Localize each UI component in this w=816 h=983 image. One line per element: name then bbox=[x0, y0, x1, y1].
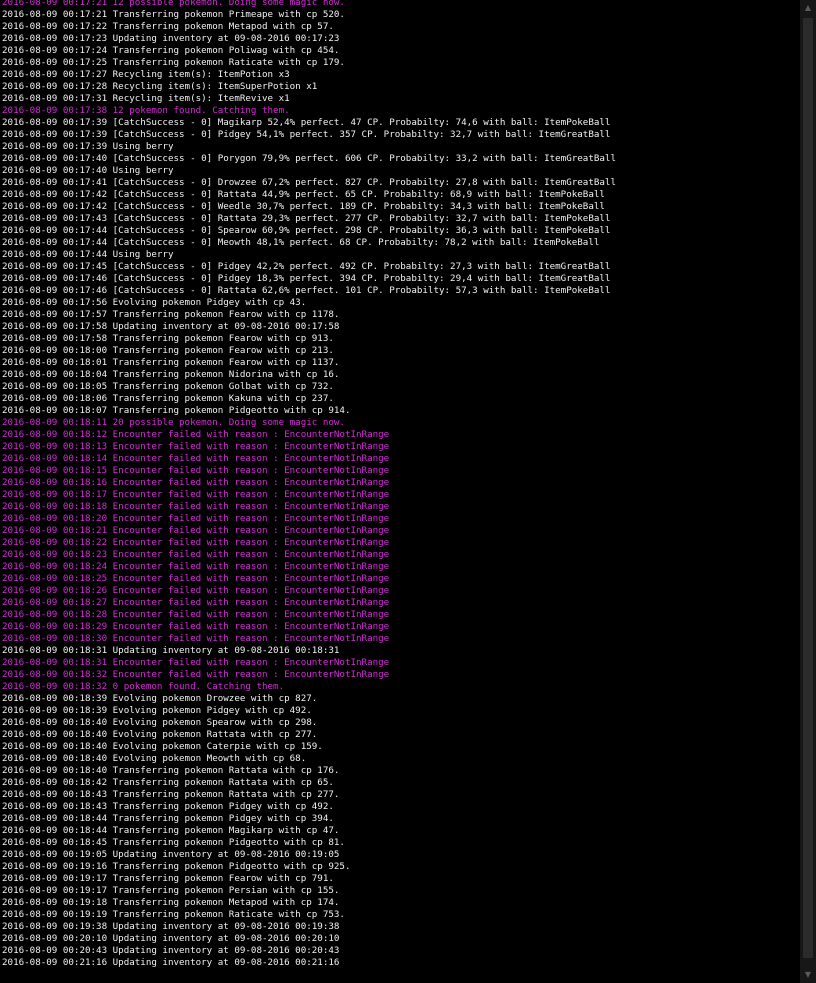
log-line: 2016-08-09 00:18:13 Encounter failed wit… bbox=[2, 441, 390, 452]
log-line: 2016-08-09 00:18:28 Encounter failed wit… bbox=[2, 609, 390, 620]
log-line: 2016-08-09 00:17:22 Transferring pokemon… bbox=[2, 21, 334, 32]
scrollbar-thumb[interactable] bbox=[803, 18, 813, 958]
log-line: 2016-08-09 00:18:17 Encounter failed wit… bbox=[2, 489, 390, 500]
log-line: 2016-08-09 00:18:15 Encounter failed wit… bbox=[2, 465, 390, 476]
log-line: 2016-08-09 00:17:57 Transferring pokemon… bbox=[2, 309, 340, 320]
log-line: 2016-08-09 00:19:38 Updating inventory a… bbox=[2, 921, 340, 932]
vertical-scrollbar[interactable]: ▲ ▼ bbox=[800, 0, 816, 983]
log-line: 2016-08-09 00:17:27 Recycling item(s): I… bbox=[2, 69, 290, 80]
log-line: 2016-08-09 00:18:18 Encounter failed wit… bbox=[2, 501, 390, 512]
log-line: 2016-08-09 00:18:27 Encounter failed wit… bbox=[2, 597, 390, 608]
log-line: 2016-08-09 00:17:23 Updating inventory a… bbox=[2, 33, 340, 44]
log-line: 2016-08-09 00:18:05 Transferring pokemon… bbox=[2, 381, 334, 392]
log-line: 2016-08-09 00:19:17 Transferring pokemon… bbox=[2, 873, 334, 884]
log-line: 2016-08-09 00:19:19 Transferring pokemon… bbox=[2, 909, 345, 920]
log-line: 2016-08-09 00:18:31 Encounter failed wit… bbox=[2, 657, 390, 668]
log-line: 2016-08-09 00:18:26 Encounter failed wit… bbox=[2, 585, 390, 596]
log-line: 2016-08-09 00:18:06 Transferring pokemon… bbox=[2, 393, 334, 404]
log-line: 2016-08-09 00:18:40 Evolving pokemon Spe… bbox=[2, 717, 318, 728]
log-line: 2016-08-09 00:18:23 Encounter failed wit… bbox=[2, 549, 390, 560]
log-line: 2016-08-09 00:17:21 12 possible pokemon.… bbox=[2, 0, 345, 8]
log-line: 2016-08-09 00:19:18 Transferring pokemon… bbox=[2, 897, 340, 908]
log-line: 2016-08-09 00:19:17 Transferring pokemon… bbox=[2, 885, 340, 896]
log-line: 2016-08-09 00:18:16 Encounter failed wit… bbox=[2, 477, 390, 488]
log-line: 2016-08-09 00:18:21 Encounter failed wit… bbox=[2, 525, 390, 536]
log-line: 2016-08-09 00:19:16 Transferring pokemon… bbox=[2, 861, 351, 872]
log-line: 2016-08-09 00:17:46 [CatchSuccess - 0] R… bbox=[2, 285, 611, 296]
log-line: 2016-08-09 00:20:10 Updating inventory a… bbox=[2, 933, 340, 944]
log-line: 2016-08-09 00:17:21 Transferring pokemon… bbox=[2, 9, 345, 20]
log-line: 2016-08-09 00:18:40 Evolving pokemon Rat… bbox=[2, 729, 318, 740]
console-window[interactable]: 2016-08-09 00:17:21 12 possible pokemon.… bbox=[0, 0, 800, 983]
log-line: 2016-08-09 00:17:44 [CatchSuccess - 0] S… bbox=[2, 225, 611, 236]
log-line: 2016-08-09 00:18:24 Encounter failed wit… bbox=[2, 561, 390, 572]
log-line: 2016-08-09 00:19:05 Updating inventory a… bbox=[2, 849, 340, 860]
log-line: 2016-08-09 00:17:40 [CatchSuccess - 0] P… bbox=[2, 153, 616, 164]
log-line: 2016-08-09 00:18:40 Evolving pokemon Cat… bbox=[2, 741, 323, 752]
log-line: 2016-08-09 00:17:39 [CatchSuccess - 0] M… bbox=[2, 117, 611, 128]
log-line: 2016-08-09 00:17:58 Updating inventory a… bbox=[2, 321, 340, 332]
log-line: 2016-08-09 00:17:42 [CatchSuccess - 0] R… bbox=[2, 189, 605, 200]
log-line: 2016-08-09 00:18:40 Evolving pokemon Meo… bbox=[2, 753, 307, 764]
log-line: 2016-08-09 00:18:22 Encounter failed wit… bbox=[2, 537, 390, 548]
log-line: 2016-08-09 00:17:42 [CatchSuccess - 0] W… bbox=[2, 201, 605, 212]
log-line: 2016-08-09 00:18:45 Transferring pokemon… bbox=[2, 837, 345, 848]
log-line: 2016-08-09 00:17:56 Evolving pokemon Pid… bbox=[2, 297, 307, 308]
log-line: 2016-08-09 00:18:31 Updating inventory a… bbox=[2, 645, 340, 656]
log-line: 2016-08-09 00:18:43 Transferring pokemon… bbox=[2, 801, 334, 812]
log-line: 2016-08-09 00:17:28 Recycling item(s): I… bbox=[2, 81, 318, 92]
log-line: 2016-08-09 00:18:39 Evolving pokemon Pid… bbox=[2, 705, 312, 716]
log-line: 2016-08-09 00:21:16 Updating inventory a… bbox=[2, 957, 340, 968]
log-line: 2016-08-09 00:18:04 Transferring pokemon… bbox=[2, 369, 340, 380]
log-line: 2016-08-09 00:18:44 Transferring pokemon… bbox=[2, 825, 340, 836]
log-line: 2016-08-09 00:18:30 Encounter failed wit… bbox=[2, 633, 390, 644]
log-line: 2016-08-09 00:17:43 [CatchSuccess - 0] R… bbox=[2, 213, 611, 224]
log-line: 2016-08-09 00:17:45 [CatchSuccess - 0] P… bbox=[2, 261, 611, 272]
log-line: 2016-08-09 00:18:11 20 possible pokemon.… bbox=[2, 417, 345, 428]
log-line: 2016-08-09 00:18:42 Transferring pokemon… bbox=[2, 777, 334, 788]
log-line: 2016-08-09 00:18:00 Transferring pokemon… bbox=[2, 345, 334, 356]
log-line: 2016-08-09 00:18:01 Transferring pokemon… bbox=[2, 357, 340, 368]
log-line: 2016-08-09 00:18:44 Transferring pokemon… bbox=[2, 813, 334, 824]
scroll-up-icon[interactable]: ▲ bbox=[800, 0, 816, 16]
log-line: 2016-08-09 00:17:44 [CatchSuccess - 0] M… bbox=[2, 237, 600, 248]
log-line: 2016-08-09 00:18:14 Encounter failed wit… bbox=[2, 453, 390, 464]
log-line: 2016-08-09 00:18:39 Evolving pokemon Dro… bbox=[2, 693, 318, 704]
log-line: 2016-08-09 00:17:44 Using berry bbox=[2, 249, 174, 260]
log-line: 2016-08-09 00:18:32 Encounter failed wit… bbox=[2, 669, 390, 680]
log-line: 2016-08-09 00:18:25 Encounter failed wit… bbox=[2, 573, 390, 584]
log-line: 2016-08-09 00:17:39 Using berry bbox=[2, 141, 174, 152]
console-log: 2016-08-09 00:17:21 12 possible pokemon.… bbox=[2, 0, 616, 969]
log-line: 2016-08-09 00:17:41 [CatchSuccess - 0] D… bbox=[2, 177, 616, 188]
log-line: 2016-08-09 00:17:40 Using berry bbox=[2, 165, 174, 176]
log-line: 2016-08-09 00:18:32 0 pokemon found. Cat… bbox=[2, 681, 285, 692]
log-line: 2016-08-09 00:18:29 Encounter failed wit… bbox=[2, 621, 390, 632]
log-line: 2016-08-09 00:18:40 Transferring pokemon… bbox=[2, 765, 340, 776]
log-line: 2016-08-09 00:18:20 Encounter failed wit… bbox=[2, 513, 390, 524]
log-line: 2016-08-09 00:18:43 Transferring pokemon… bbox=[2, 789, 340, 800]
log-line: 2016-08-09 00:17:58 Transferring pokemon… bbox=[2, 333, 334, 344]
scroll-down-icon[interactable]: ▼ bbox=[800, 967, 816, 983]
log-line: 2016-08-09 00:18:07 Transferring pokemon… bbox=[2, 405, 351, 416]
log-line: 2016-08-09 00:17:24 Transferring pokemon… bbox=[2, 45, 340, 56]
log-line: 2016-08-09 00:17:39 [CatchSuccess - 0] P… bbox=[2, 129, 611, 140]
log-line: 2016-08-09 00:17:25 Transferring pokemon… bbox=[2, 57, 345, 68]
log-line: 2016-08-09 00:17:46 [CatchSuccess - 0] P… bbox=[2, 273, 611, 284]
log-line: 2016-08-09 00:18:12 Encounter failed wit… bbox=[2, 429, 390, 440]
log-line: 2016-08-09 00:20:43 Updating inventory a… bbox=[2, 945, 340, 956]
log-line: 2016-08-09 00:17:38 12 pokemon found. Ca… bbox=[2, 105, 290, 116]
log-line: 2016-08-09 00:17:31 Recycling item(s): I… bbox=[2, 93, 290, 104]
